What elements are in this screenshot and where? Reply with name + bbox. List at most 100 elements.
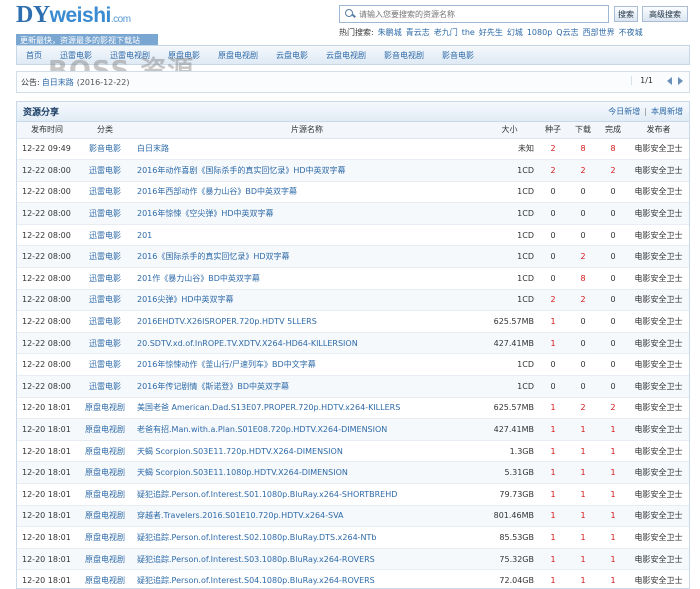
- cell-name-link[interactable]: 2016年动作喜剧《国际杀手的真实回忆录》HD中英双字幕: [133, 159, 481, 182]
- cell-completed: 0: [598, 181, 628, 204]
- hot-keyword[interactable]: 不夜城: [619, 28, 643, 37]
- cell-category-link[interactable]: 迅雷电影: [77, 332, 133, 355]
- cell-size: 1CD: [481, 289, 538, 312]
- cell-category-link[interactable]: 原盘电视剧: [77, 569, 133, 588]
- cell-name-link[interactable]: 2016EHDTV.X26ISROPER.720p.HDTV 5LLERS: [133, 310, 481, 333]
- cell-name-link[interactable]: 201作《暴力山谷》BD中英双字幕: [133, 267, 481, 290]
- hot-keyword[interactable]: Q云志: [556, 28, 578, 37]
- cell-name-link[interactable]: 天蝎 Scorpion.S03E11.1080p.HDTV.X264-DIMEN…: [133, 461, 481, 484]
- cell-category-link[interactable]: 迅雷电影: [77, 353, 133, 377]
- cell-name-link[interactable]: 美国老爸 American.Dad.S13E07.PROPER.720p.HDT…: [133, 397, 481, 420]
- nav-bluray-tv[interactable]: 原盘电视剧: [209, 50, 267, 61]
- cell-seeds: 0: [538, 245, 568, 269]
- search-box: [339, 5, 609, 23]
- cell-category-link[interactable]: 迅雷电影: [77, 375, 133, 398]
- cell-name-link[interactable]: 2016年惊悚动作《釜山行/尸速列车》BD中文字幕: [133, 353, 481, 377]
- cell-seeds: 1: [538, 569, 568, 588]
- cell-publisher: 电影安全卫士: [628, 505, 689, 528]
- cell-completed: 0: [598, 375, 628, 398]
- cell-name-link[interactable]: 2016尖弹》HD中英双字幕: [133, 289, 481, 312]
- nav-media-movie[interactable]: 影音电影: [433, 50, 483, 61]
- table-row: 12-22 08:00 迅雷电影 2016年惊悚动作《釜山行/尸速列车》BD中文字幕…: [17, 353, 689, 377]
- nav-cloud-movie[interactable]: 云盘电影: [267, 50, 317, 61]
- hot-keyword[interactable]: 幻城: [507, 28, 523, 37]
- cell-category-link[interactable]: 原盘电视剧: [77, 505, 133, 528]
- chevron-right-icon[interactable]: [678, 76, 683, 85]
- cell-name-link[interactable]: 2016年西部动作《暴力山谷》BD中英双字幕: [133, 181, 481, 204]
- cell-time: 12-22 08:00: [17, 289, 77, 312]
- cell-category-link[interactable]: 迅雷电影: [77, 245, 133, 269]
- table-row: 12-22 08:00 迅雷电影 201作《暴力山谷》BD中英双字幕 1CD 0 8 0 电影…: [17, 267, 689, 290]
- hot-keyword[interactable]: the: [462, 28, 475, 37]
- cell-seeds: 1: [538, 418, 568, 441]
- cell-category-link[interactable]: 迅雷电影: [77, 181, 133, 204]
- logo-dy: DY: [16, 2, 50, 28]
- cell-category-link[interactable]: 迅雷电影: [77, 289, 133, 312]
- col-publisher: 发布者: [628, 122, 689, 139]
- cell-seeds: 1: [538, 332, 568, 355]
- cell-category-link[interactable]: 原盘电视剧: [77, 397, 133, 420]
- nav-cloud-tv[interactable]: 云盘电视剧: [317, 50, 375, 61]
- cell-category-link[interactable]: 迅雷电影: [77, 224, 133, 247]
- cell-size: 801.46MB: [481, 505, 538, 528]
- site-logo[interactable]: DYweishi.com 更新最快，资源最多的影视下载站: [16, 2, 158, 47]
- hot-keyword[interactable]: 老九门: [434, 28, 458, 37]
- cell-name-link[interactable]: 老爸有招.Man.with.a.Plan.S01E08.720p.HDTV.X2…: [133, 418, 481, 441]
- cell-name-link[interactable]: 天蝎 Scorpion.S03E11.720p.HDTV.X264-DIMENS…: [133, 440, 481, 463]
- cell-size: 1CD: [481, 181, 538, 204]
- cell-name-link[interactable]: 疑犯追踪.Person.of.Interest.S04.1080p.BluRay…: [133, 569, 481, 588]
- cell-category-link[interactable]: 原盘电视剧: [77, 418, 133, 441]
- cell-name-link[interactable]: 疑犯追踪.Person.of.Interest.S01.1080p.BluRay…: [133, 483, 481, 506]
- table-header-row: 发布时间 分类 片源名称 大小 种子 下载 完成 发布者: [17, 122, 689, 139]
- hot-keyword[interactable]: 好先生: [479, 28, 503, 37]
- cell-name-link[interactable]: 2016《国际杀手的真实回忆录》HD双字幕: [133, 245, 481, 269]
- cell-category-link[interactable]: 迅雷电影: [77, 202, 133, 225]
- cell-downloads: 0: [568, 310, 598, 333]
- panel-links: 今日新增 | 本周新增: [608, 107, 683, 116]
- advanced-search-button[interactable]: 高级搜索: [642, 6, 688, 22]
- cell-category-link[interactable]: 原盘电视剧: [77, 440, 133, 463]
- cell-seeds: 1: [538, 397, 568, 420]
- cell-category-link[interactable]: 迅雷电影: [77, 267, 133, 290]
- cell-name-link[interactable]: 20.SDTV.xd.of.InROPE.TV.XDTV.X264-HD64-K…: [133, 332, 481, 355]
- cell-name-link[interactable]: 疑犯追踪.Person.of.Interest.S03.1080p.BluRay…: [133, 548, 481, 571]
- search-button[interactable]: 搜索: [614, 6, 638, 22]
- cell-name-link[interactable]: 穿越者.Travelers.2016.S01E10.720p.HDTV.x264…: [133, 505, 481, 528]
- resource-panel-header: 资源分享 今日新增 | 本周新增: [17, 102, 689, 122]
- cell-downloads: 1: [568, 461, 598, 484]
- cell-name-link[interactable]: 2016年惊悚《空尖弹》HD中英双字幕: [133, 202, 481, 225]
- week-new-link[interactable]: 本周新增: [651, 107, 683, 116]
- cell-category-link[interactable]: 迅雷电影: [77, 310, 133, 333]
- cell-completed: 1: [598, 526, 628, 549]
- cell-downloads: 8: [568, 267, 598, 290]
- announcement-pager: 1/1: [631, 76, 683, 85]
- chevron-left-icon[interactable]: [667, 76, 672, 85]
- cell-name-link[interactable]: 2016年传记剧情《斯诺登》BD中英双字幕: [133, 375, 481, 398]
- col-size: 大小: [481, 122, 538, 139]
- announcement-link[interactable]: 自日末路: [42, 77, 74, 88]
- col-completed: 完成: [598, 122, 628, 139]
- hot-keyword[interactable]: 西部世界: [583, 28, 615, 37]
- panel-title: 资源分享: [23, 108, 60, 118]
- cell-name-link[interactable]: 白日末路: [133, 138, 481, 161]
- cell-name-link[interactable]: 201: [133, 224, 481, 247]
- cell-category-link[interactable]: 原盘电视剧: [77, 548, 133, 571]
- cell-downloads: 0: [568, 353, 598, 377]
- cell-category-link[interactable]: 原盘电视剧: [77, 526, 133, 549]
- cell-name-link[interactable]: 疑犯追踪.Person.of.Interest.S02.1080p.BluRay…: [133, 526, 481, 549]
- hot-keyword[interactable]: 青云志: [406, 28, 430, 37]
- table-row: 12-22 08:00 迅雷电影 2016EHDTV.X26ISROPER.720p…: [17, 310, 689, 333]
- nav-home[interactable]: 首页: [17, 50, 51, 61]
- cell-completed: 0: [598, 353, 628, 377]
- hot-keyword[interactable]: 朱鹏城: [378, 28, 402, 37]
- cell-publisher: 电影安全卫士: [628, 159, 689, 182]
- cell-category-link[interactable]: 原盘电视剧: [77, 483, 133, 506]
- cell-category-link[interactable]: 迅雷电影: [77, 159, 133, 182]
- cell-category-link[interactable]: 影音电影: [77, 138, 133, 161]
- cell-completed: 1: [598, 440, 628, 463]
- today-new-link[interactable]: 今日新增: [608, 107, 640, 116]
- nav-media-tv[interactable]: 影音电视剧: [375, 50, 433, 61]
- cell-category-link[interactable]: 原盘电视剧: [77, 461, 133, 484]
- search-input[interactable]: [359, 9, 599, 19]
- hot-keyword[interactable]: 1080p: [527, 28, 552, 37]
